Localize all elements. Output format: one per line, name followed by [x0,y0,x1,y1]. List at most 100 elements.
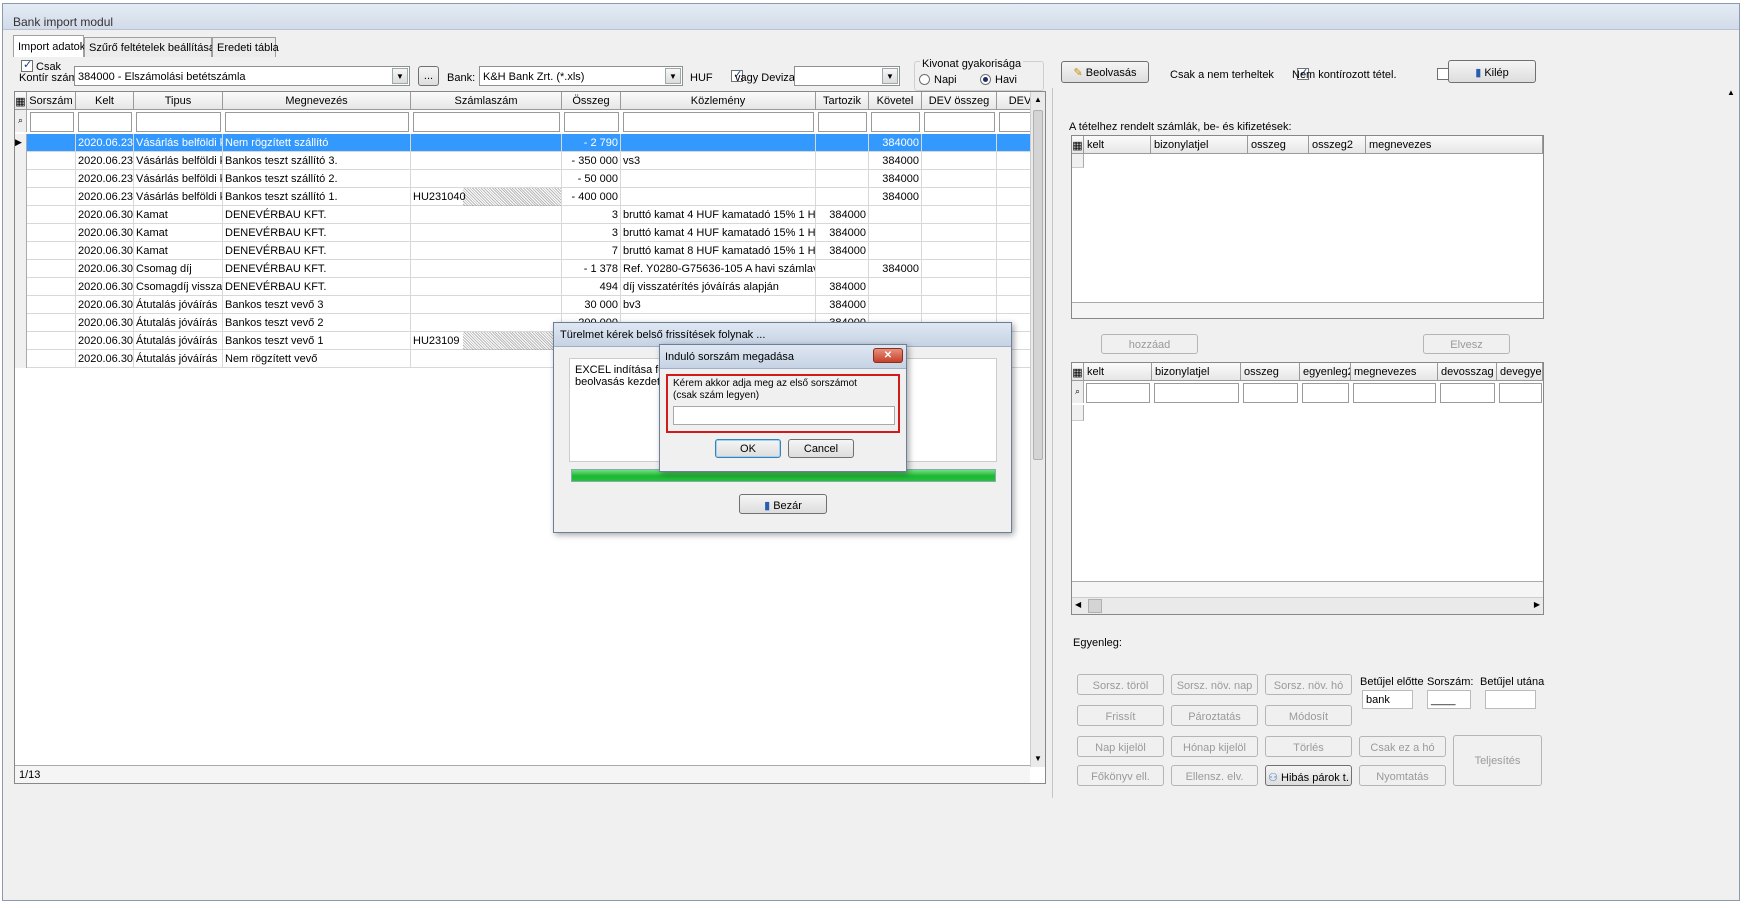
row-indicator[interactable] [15,188,27,206]
filter-bizonylatjel[interactable] [1154,383,1239,403]
table-row[interactable]: 2020.06.30. Kamat DENEVÉRBAU KFT. 3 bruttó k… [15,206,1044,224]
torles-button[interactable]: Törlés [1265,736,1352,757]
cancel-button[interactable]: Cancel [788,439,854,458]
row-indicator[interactable] [15,332,27,350]
table-row[interactable]: 2020.06.30. Átutalás jóváírás Bankos teszt… [15,296,1044,314]
fokonyv-ell-button[interactable]: Főkönyv ell. [1077,765,1164,786]
filter-szamlaszam[interactable] [413,112,560,132]
row-indicator[interactable] [15,206,27,224]
scroll-down-icon[interactable]: ▼ [1031,751,1045,767]
filter-megnevezes[interactable] [1353,383,1436,403]
col-header-egyenleg2[interactable]: egyenleg2 [1300,363,1351,381]
elvesz-button[interactable]: Elvesz [1423,334,1510,354]
start-number-input[interactable] [673,406,895,425]
kontir-select[interactable]: 384000 - Elszámolási betétszámla ▼ [74,66,410,86]
col-header-megnevezes[interactable]: megnevezes [1366,136,1543,154]
scroll-right-icon[interactable]: ▶ [1534,600,1540,609]
col-header-kelt[interactable]: kelt [1084,136,1151,154]
hozzaad-button[interactable]: hozzáad [1101,334,1198,354]
tab-import-adatok[interactable]: Import adatok [13,35,85,57]
tab-szuro-feltetelek[interactable]: Szűrő feltételek beállítása [84,37,215,57]
col-header-kovetel[interactable]: Követel [869,92,922,110]
sorsz-nov-ho-button[interactable]: Sorsz. növ. hó [1265,674,1352,695]
filter-tartozik[interactable] [818,112,867,132]
bezar-button[interactable]: ▮ Bezár [739,494,827,514]
kilep-button[interactable]: ▮ Kilép [1448,60,1536,83]
csak-ez-a-ho-button[interactable]: Csak ez a hó [1359,736,1446,757]
linked-invoices-grid[interactable]: ▦ kelt bizonylatjel osszeg osszeg2 megne… [1071,135,1544,319]
col-header-kelt[interactable]: kelt [1084,363,1152,381]
filter-kelt[interactable] [78,112,132,132]
filter-tipus[interactable] [136,112,221,132]
filter-megnevezes[interactable] [225,112,409,132]
row-indicator[interactable] [15,350,27,368]
scroll-left-icon[interactable]: ◀ [1075,600,1081,609]
deviza-select[interactable]: ▼ [794,66,900,86]
modosit-button[interactable]: Módosít [1265,705,1352,726]
betujel-utana-input[interactable] [1485,690,1536,709]
filter-devegyenleg[interactable] [1499,383,1542,403]
frissit-button[interactable]: Frissít [1077,705,1164,726]
col-header-bizonylatjel[interactable]: bizonylatjel [1151,136,1248,154]
bank-select[interactable]: K&H Bank Zrt. (*.xls) ▼ [479,66,683,86]
havi-radio[interactable] [980,74,991,85]
col-header-kozlemeny[interactable]: Közlemény [621,92,816,110]
paroztatas-button[interactable]: Pároztatás [1171,705,1258,726]
kontir-browse-button[interactable]: ... [418,66,439,86]
col-header-osszeg2[interactable]: osszeg2 [1309,136,1366,154]
grid-horizontal-scrollbar[interactable]: ◀ ▶ [1072,597,1543,614]
row-indicator[interactable] [15,278,27,296]
sorsz-nov-nap-button[interactable]: Sorsz. növ. nap [1171,674,1258,695]
col-header-osszeg[interactable]: osszeg [1241,363,1300,381]
filter-kovetel[interactable] [871,112,920,132]
window-scroll-up-icon[interactable]: ▲ [1723,88,1739,100]
grid-vertical-scrollbar[interactable]: ▲ ▼ [1030,92,1045,767]
filter-devosszag[interactable] [1440,383,1495,403]
csak-checkbox[interactable] [21,58,33,73]
table-row[interactable]: 2020.06.23.Vásárlás belföldi kereBankos … [15,188,1044,206]
scroll-thumb[interactable] [1033,110,1043,460]
table-row[interactable]: 2020.06.30.Csomagdíj visszatéríDENEVÉRBA… [15,278,1044,296]
col-header-megnevezes[interactable]: Megnevezés [223,92,411,110]
col-header-megnevezes[interactable]: megnevezes [1351,363,1438,381]
beolvasas-button[interactable]: ✎ Beolvasás [1061,61,1149,83]
ok-button[interactable]: OK [715,439,781,458]
table-row[interactable]: 2020.06.23.Vásárlás belföldi kereBankos … [15,152,1044,170]
row-indicator[interactable]: ▶ [15,134,27,152]
close-icon[interactable]: ✕ [873,348,903,363]
table-row[interactable]: ▶ 2020.06.23.Vásárlás belföldi kereNem rö… [15,134,1044,152]
col-header-szamlaszam[interactable]: Számlaszám [411,92,562,110]
row-indicator[interactable] [15,224,27,242]
row-indicator[interactable] [15,314,27,332]
hibas-parok-button[interactable]: ⚇ Hibás párok t. [1265,765,1352,786]
table-row[interactable]: 2020.06.30. Csomag díj DENEVÉRBAU KFT. - 1 … [15,260,1044,278]
col-header-tipus[interactable]: Tipus [134,92,223,110]
ellensz-elv-button[interactable]: Ellensz. elv. [1171,765,1258,786]
betujel-elotte-input[interactable]: bank [1362,690,1413,709]
col-header-devosszag[interactable]: devosszag [1438,363,1497,381]
col-header-dev-osszeg[interactable]: DEV összeg [922,92,997,110]
filter-egyenleg2[interactable] [1302,383,1349,403]
sorsz-torol-button[interactable]: Sorsz. töröl [1077,674,1164,695]
col-header-tartozik[interactable]: Tartozik [816,92,869,110]
row-indicator[interactable] [15,242,27,260]
filter-dev-osszeg[interactable] [924,112,995,132]
col-header-bizonylatjel[interactable]: bizonylatjel [1152,363,1241,381]
table-row[interactable]: 2020.06.30. Kamat DENEVÉRBAU KFT. 3 bruttó k… [15,224,1044,242]
col-header-osszeg[interactable]: Összeg [562,92,621,110]
sorszam-input[interactable]: ____ [1427,690,1471,709]
row-indicator[interactable] [15,170,27,188]
filter-sorszam[interactable] [30,112,74,132]
splitter[interactable] [1052,88,1053,798]
row-indicator[interactable] [15,296,27,314]
filter-kelt[interactable] [1086,383,1150,403]
col-header-osszeg[interactable]: osszeg [1248,136,1309,154]
filter-kozlemeny[interactable] [623,112,814,132]
nyomtatas-button[interactable]: Nyomtatás [1359,765,1446,786]
col-header-kelt[interactable]: Kelt [76,92,134,110]
col-header-devegyenleg[interactable]: devegye... [1497,363,1543,381]
filter-osszeg[interactable] [1243,383,1298,403]
table-row[interactable]: 2020.06.23.Vásárlás belföldi kereBankos … [15,170,1044,188]
filter-osszeg[interactable] [564,112,619,132]
napi-radio[interactable] [919,74,930,85]
